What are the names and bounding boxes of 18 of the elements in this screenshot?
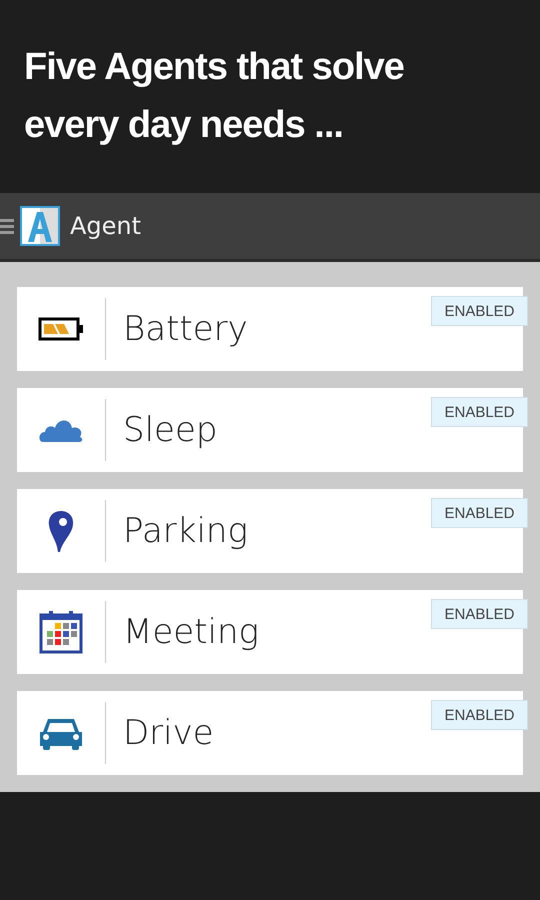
menu-icon[interactable]: [0, 216, 14, 236]
agent-name: Parking: [123, 511, 248, 551]
agent-name: Drive: [123, 713, 214, 753]
app-title: Agent: [70, 212, 142, 240]
status-badge: ENABLED: [431, 700, 528, 730]
battery-icon: [38, 317, 84, 341]
status-badge: ENABLED: [431, 498, 528, 528]
app-logo-icon: [20, 206, 60, 246]
status-badge: ENABLED: [431, 397, 528, 427]
status-badge: ENABLED: [431, 296, 528, 326]
calendar-icon: [39, 610, 83, 654]
agent-name: Battery: [123, 309, 248, 349]
map-pin-icon: [46, 509, 76, 553]
status-badge: ENABLED: [431, 599, 528, 629]
car-icon: [38, 716, 84, 750]
headline: Five Agents that solve every day needs ...: [24, 45, 405, 148]
agent-name: Meeting: [123, 612, 259, 652]
agent-name: Sleep: [123, 410, 218, 450]
